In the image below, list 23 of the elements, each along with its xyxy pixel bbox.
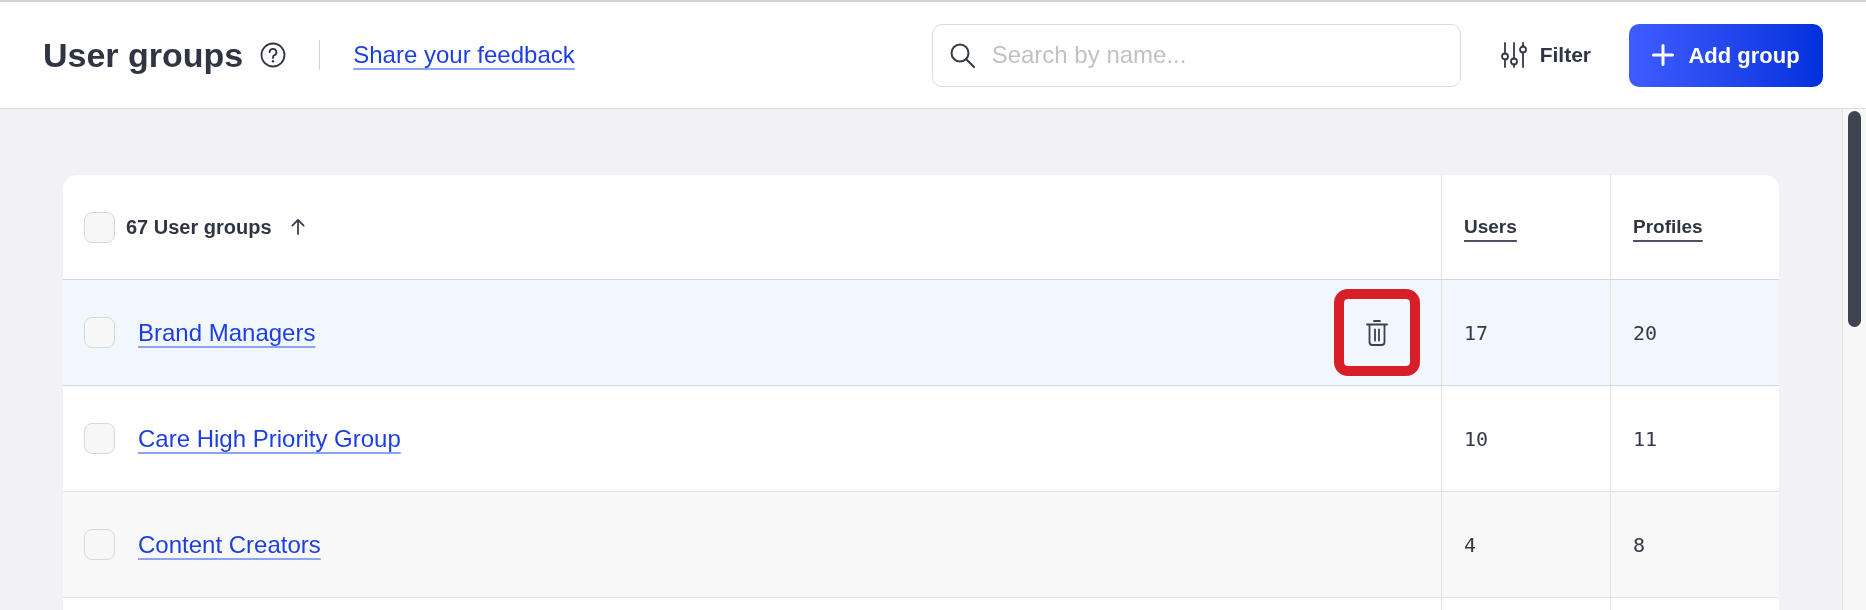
plus-icon [1652,44,1675,66]
table-cell: 4 [1441,492,1610,597]
row-checkbox[interactable] [84,423,115,454]
search-field[interactable]: Search by name... [931,23,1461,87]
group-name-link[interactable]: Care High Priority Group [138,420,401,457]
column-header[interactable]: Users [1464,212,1517,242]
table-cell: 8 [1610,492,1779,597]
page-title: User groups [43,38,244,72]
trash-icon [1365,318,1389,347]
row-checkbox[interactable] [84,317,115,348]
column-header[interactable]: Profiles [1633,212,1703,242]
help-icon[interactable] [260,42,287,68]
search-icon [948,41,975,68]
select-all-checkbox[interactable] [84,211,115,243]
row-checkbox[interactable] [84,529,115,560]
filter-button[interactable]: Filter [1500,39,1591,71]
group-name-link[interactable]: Brand Managers [138,314,316,351]
scrollbar-thumb[interactable] [1848,111,1861,327]
feedback-link[interactable]: Share your feedback [353,37,575,73]
add-group-button[interactable]: Add group [1629,23,1823,87]
filter-icon [1500,42,1527,68]
column-header[interactable]: 67 User groups [126,212,272,242]
group-name-link[interactable]: Content Creators [138,526,321,563]
